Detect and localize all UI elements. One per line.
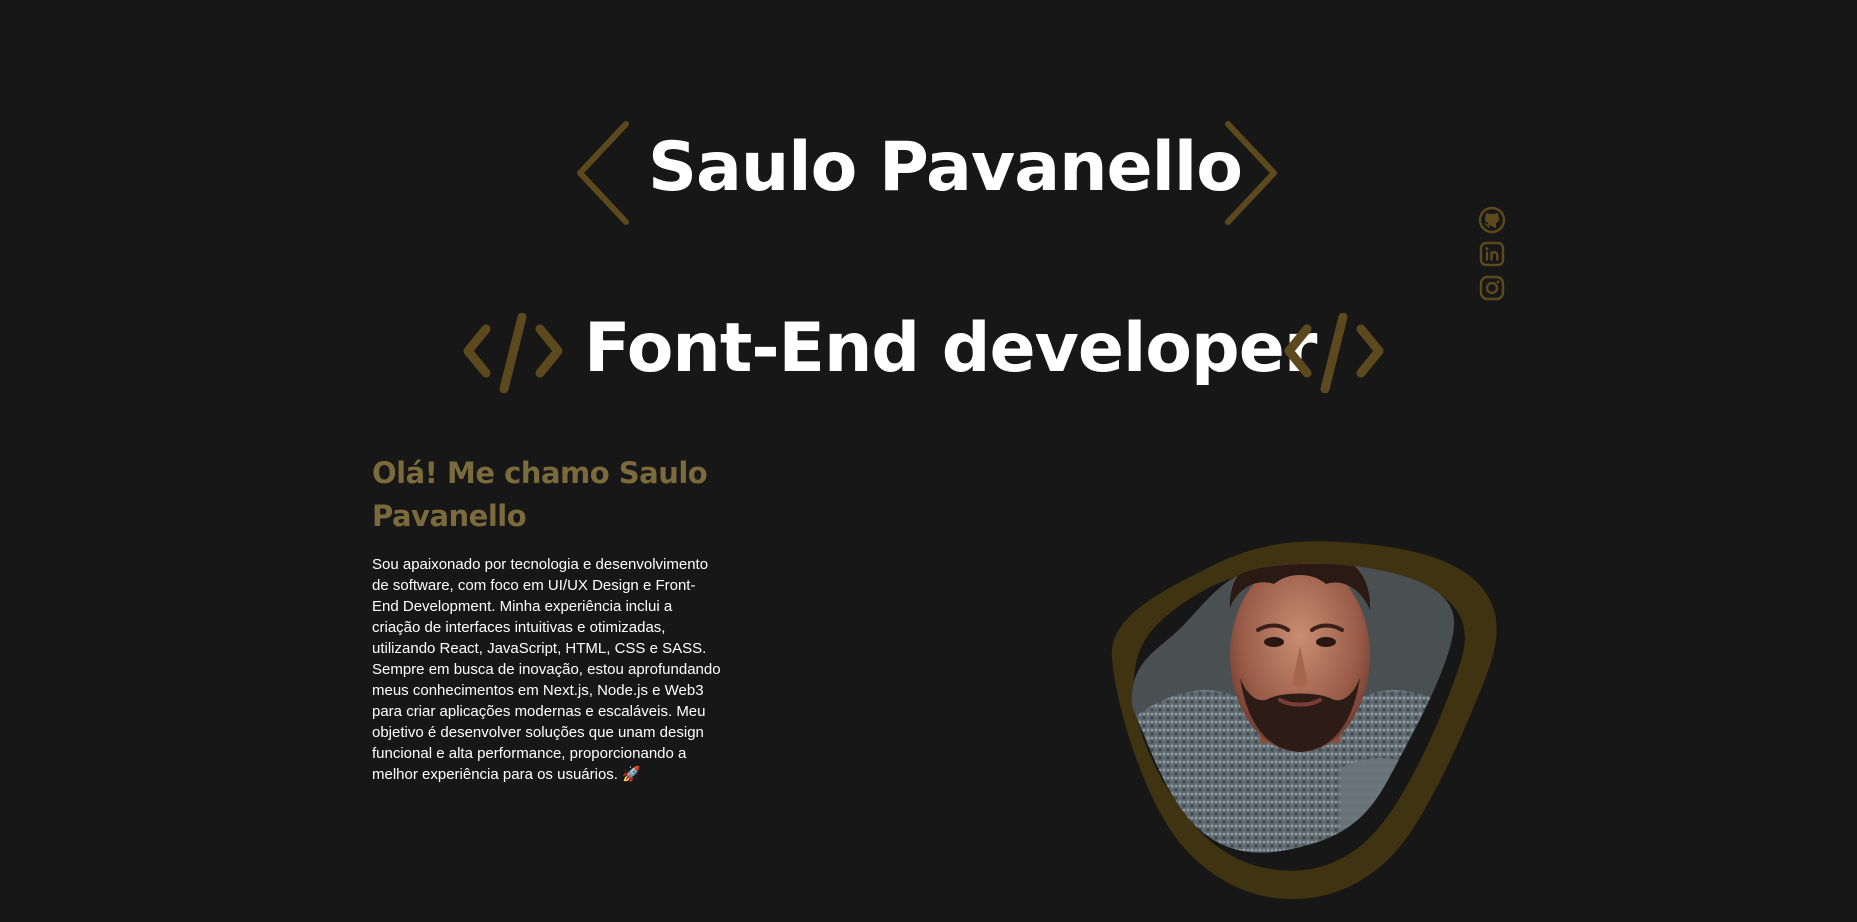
linkedin-icon: [1479, 241, 1505, 267]
role-title: Font-End developer: [584, 309, 1317, 388]
social-links: [1478, 206, 1506, 302]
chevron-right-icon: [1225, 121, 1277, 225]
profile-photo-graphic: [1111, 541, 1497, 900]
hero-subtitle-row: Font-End developer: [0, 305, 1857, 405]
profile-photo: [1090, 528, 1510, 908]
code-icon: [463, 313, 563, 393]
linkedin-link[interactable]: [1478, 240, 1506, 268]
page-title: Saulo Pavanello: [648, 128, 1243, 207]
github-icon: [1478, 206, 1506, 234]
portfolio-page: Saulo Pavanello Font-End developer Olá! …: [0, 0, 1857, 922]
instagram-link[interactable]: [1478, 274, 1506, 302]
about-heading: Olá! Me chamo Saulo Pavanello: [372, 456, 708, 533]
hero-title-row: Saulo Pavanello: [0, 118, 1857, 228]
instagram-icon: [1479, 275, 1505, 301]
about-section: Olá! Me chamo Saulo Pavanello Sou apaixo…: [372, 452, 722, 785]
code-icon: [1284, 313, 1384, 393]
about-text: Sou apaixonado por tecnologia e desenvol…: [372, 556, 721, 783]
github-link[interactable]: [1478, 206, 1506, 234]
chevron-left-icon: [577, 121, 629, 225]
